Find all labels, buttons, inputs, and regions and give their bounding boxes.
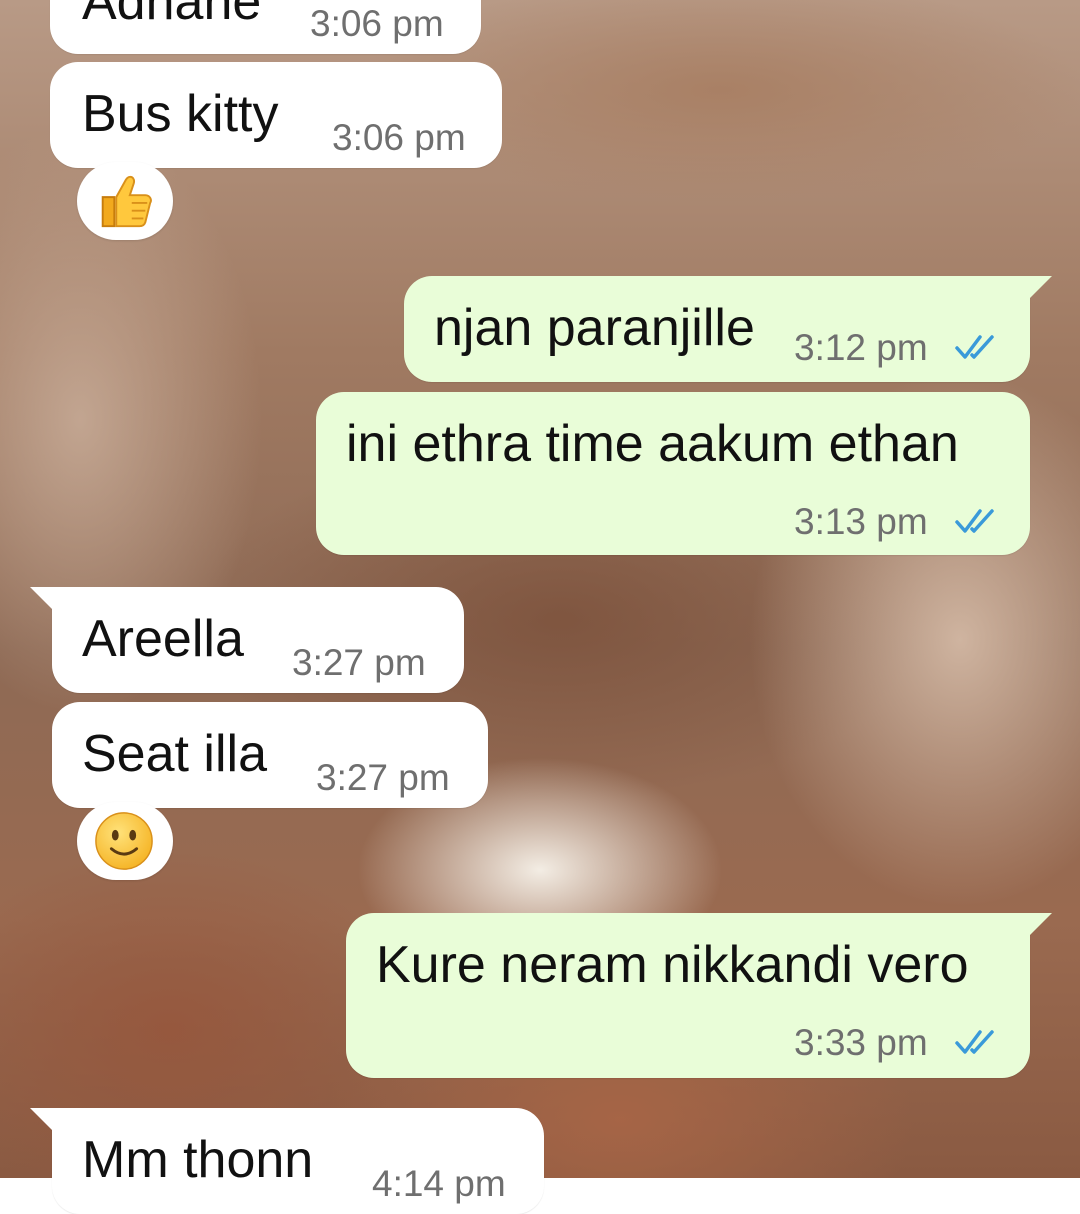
message-list[interactable]: Adhane 3:06 pm Bus kitty 3:06 pm njan pa… — [0, 0, 1080, 1214]
read-receipt-icon — [955, 509, 994, 533]
message-bubble-incoming[interactable]: Bus kitty 3:06 pm — [50, 62, 502, 168]
message-text: Areella — [82, 610, 244, 668]
message-text: Bus kitty — [82, 85, 279, 143]
message-bubble-outgoing[interactable]: Kure neram nikkandi vero 3:33 pm — [346, 913, 1052, 1078]
message-timestamp: 3:06 pm — [332, 117, 466, 158]
message-reaction[interactable] — [77, 802, 173, 880]
message-text: Adhane — [82, 0, 262, 31]
message-text: ini ethra time aakum ethan — [346, 415, 959, 473]
message-bubble-outgoing[interactable]: ini ethra time aakum ethan 3:13 pm — [316, 392, 1030, 555]
message-timestamp: 3:27 pm — [292, 642, 426, 683]
message-timestamp: 3:33 pm — [794, 1022, 928, 1063]
thumbs-up-icon — [101, 175, 152, 228]
message-timestamp: 3:13 pm — [794, 501, 928, 542]
message-timestamp: 3:27 pm — [316, 757, 450, 798]
message-text: Kure neram nikkandi vero — [376, 936, 969, 994]
message-bubble-incoming[interactable]: Areella 3:27 pm — [30, 587, 464, 693]
read-receipt-icon — [955, 1030, 994, 1054]
message-text: njan paranjille — [434, 299, 755, 357]
message-text: Seat illa — [82, 725, 267, 783]
message-bubble-outgoing[interactable]: njan paranjille 3:12 pm — [404, 276, 1052, 382]
message-bubble-incoming[interactable]: Adhane 3:06 pm — [50, 0, 481, 54]
message-bubble-incoming[interactable]: Mm thonn 4:14 pm — [30, 1108, 544, 1214]
message-bubble-incoming[interactable]: Seat illa 3:27 pm — [52, 702, 488, 808]
read-receipt-icon — [955, 335, 994, 359]
message-reaction[interactable] — [77, 162, 173, 240]
message-text: Mm thonn — [82, 1131, 314, 1189]
message-timestamp: 3:12 pm — [794, 327, 928, 368]
message-timestamp: 4:14 pm — [372, 1163, 506, 1204]
message-timestamp: 3:06 pm — [310, 3, 444, 44]
smiling-face-icon — [95, 812, 153, 870]
